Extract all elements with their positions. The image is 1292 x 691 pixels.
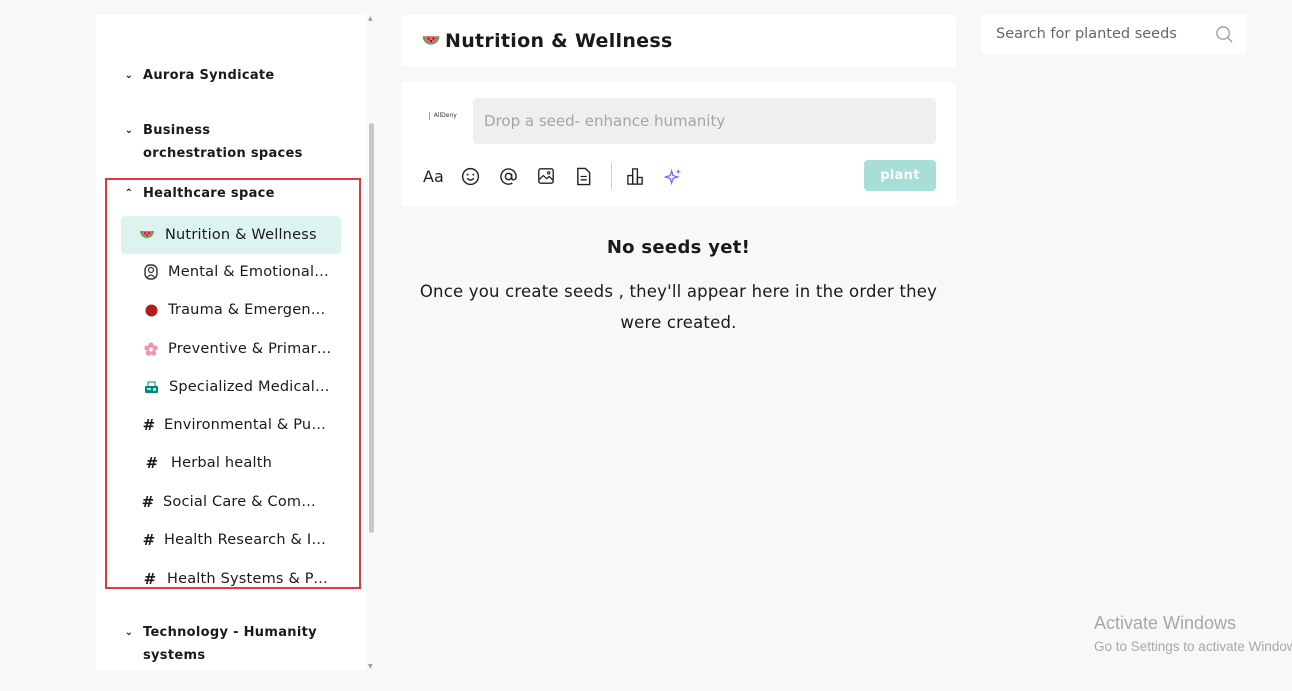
- channel-label: Health Systems & Pol...: [167, 571, 332, 587]
- emoji-icon: [461, 167, 480, 185]
- channel-label: Herbal health: [171, 455, 273, 471]
- chevron-up-icon: ⌃: [124, 188, 134, 199]
- channel-label: Nutrition & Wellness: [165, 227, 317, 243]
- page-title: Nutrition & Wellness: [445, 30, 673, 52]
- channel-environmental-public[interactable]: # Environmental & Publ...: [121, 406, 341, 444]
- cherry-blossom-icon: [141, 342, 161, 356]
- channel-label: Mental & Emotional ...: [168, 264, 333, 280]
- red-circle-icon: [141, 304, 161, 317]
- document-button[interactable]: [575, 164, 613, 188]
- channel-specialized-medical[interactable]: Specialized Medical C...: [121, 368, 341, 406]
- channel-herbal-health[interactable]: # Herbal health: [121, 444, 341, 482]
- hash-icon: #: [143, 570, 157, 588]
- hash-icon: #: [142, 416, 156, 434]
- mention-button[interactable]: [499, 164, 537, 188]
- channel-label: Preventive & Primary ...: [168, 341, 333, 357]
- empty-state-title: No seeds yet!: [606, 237, 751, 258]
- text-format-label: Aa: [423, 166, 444, 186]
- logo-text: AllDeny: [433, 112, 457, 119]
- channel-nutrition-wellness[interactable]: Nutrition & Wellness: [121, 216, 341, 254]
- channel-label: Health Research & In...: [164, 532, 329, 548]
- channel-label: Social Care & Commu...: [163, 494, 328, 510]
- channel-health-research[interactable]: # Health Research & In...: [121, 521, 341, 559]
- channel-mental-emotional[interactable]: Mental & Emotional ...: [121, 253, 341, 291]
- plant-button[interactable]: plant: [864, 160, 936, 191]
- fax-machine-icon: [141, 381, 161, 394]
- bar-chart-icon: [627, 167, 643, 185]
- search-box: [981, 14, 1246, 54]
- compose-card: ❘ AllDeny Aa plant: [401, 82, 956, 207]
- group-label: Technology - Humanity systems: [143, 625, 317, 663]
- scroll-up-arrow-icon[interactable]: ▲: [368, 15, 373, 22]
- channel-label: Specialized Medical C...: [169, 379, 334, 395]
- empty-state-description: Once you create seeds , they'll appear h…: [419, 282, 938, 332]
- document-icon: [577, 167, 591, 185]
- person-portrait-icon: [141, 264, 161, 280]
- activation-watermark-subtitle: Go to Settings to activate Windows.: [1094, 639, 1292, 654]
- ai-sparkle-button[interactable]: [664, 164, 702, 188]
- sidebar-scrollbar[interactable]: ▲ ▼: [367, 15, 375, 670]
- group-aurora-syndicate[interactable]: ⌄ Aurora Syndicate: [122, 64, 318, 87]
- group-label: Business orchestration spaces: [143, 123, 303, 161]
- scroll-down-arrow-icon[interactable]: ▼: [368, 663, 373, 670]
- channel-health-systems[interactable]: # Health Systems & Pol...: [121, 560, 341, 598]
- group-label: Aurora Syndicate: [143, 68, 275, 83]
- text-format-button[interactable]: Aa: [423, 164, 461, 188]
- channel-label: Trauma & Emergency...: [168, 302, 333, 318]
- hash-icon: #: [141, 493, 155, 511]
- at-sign-icon: [500, 167, 517, 185]
- chevron-down-icon: ⌄: [124, 627, 134, 638]
- logo-mark-icon: ❘: [426, 111, 433, 120]
- channel-social-care[interactable]: # Social Care & Commu...: [121, 483, 341, 521]
- sidebar: ⌄ Aurora Syndicate ⌄ Business orchestrat…: [96, 15, 366, 670]
- group-label: Healthcare space: [143, 186, 275, 201]
- activation-watermark-title: Activate Windows: [1094, 613, 1237, 633]
- scroll-thumb[interactable]: [369, 123, 374, 533]
- channel-label: Environmental & Publ...: [164, 417, 329, 433]
- sparkle-icon: [664, 168, 682, 185]
- toolbar-divider: [611, 163, 612, 189]
- hash-icon: #: [145, 454, 159, 472]
- watermelon-icon: [421, 32, 441, 51]
- image-icon: [538, 168, 554, 184]
- chart-button[interactable]: [626, 164, 664, 188]
- group-business-orchestration[interactable]: ⌄ Business orchestration spaces: [122, 119, 318, 165]
- compose-toolbar: Aa: [423, 163, 702, 189]
- emoji-button[interactable]: [461, 164, 499, 188]
- channel-header: Nutrition & Wellness: [401, 15, 956, 67]
- channel-preventive-primary[interactable]: Preventive & Primary ...: [121, 330, 341, 368]
- channel-trauma-emergency[interactable]: Trauma & Emergency...: [121, 291, 341, 329]
- image-button[interactable]: [537, 164, 575, 188]
- watermelon-icon: [137, 230, 157, 240]
- brand-logo: ❘ AllDeny: [426, 111, 457, 120]
- group-technology-humanity[interactable]: ⌄ Technology - Humanity systems: [122, 621, 318, 667]
- hash-icon: #: [142, 531, 156, 549]
- chevron-down-icon: ⌄: [124, 125, 134, 136]
- seed-input[interactable]: [473, 98, 936, 144]
- search-input[interactable]: [981, 14, 1206, 54]
- search-icon[interactable]: [1215, 25, 1234, 44]
- group-healthcare-space[interactable]: ⌃ Healthcare space: [122, 182, 318, 205]
- chevron-down-icon: ⌄: [124, 70, 134, 81]
